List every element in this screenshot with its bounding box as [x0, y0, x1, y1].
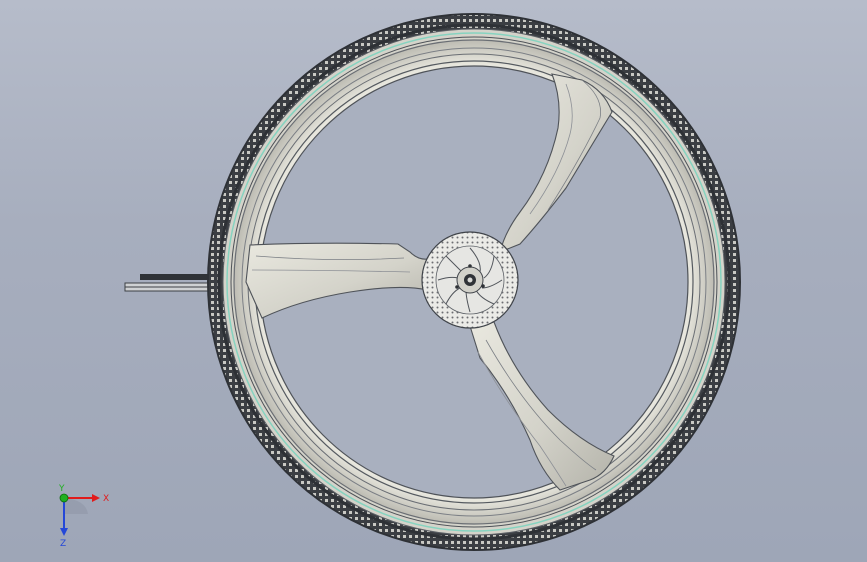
graphics-viewport[interactable]: X Y Z: [0, 0, 867, 562]
wheel-model[interactable]: [0, 0, 867, 562]
z-axis-label: Z: [60, 539, 66, 548]
y-axis-dot: [59, 493, 69, 503]
reference-triad: X Y Z: [58, 484, 109, 548]
x-axis-label: X: [103, 494, 109, 504]
y-axis-label: Y: [58, 484, 65, 494]
